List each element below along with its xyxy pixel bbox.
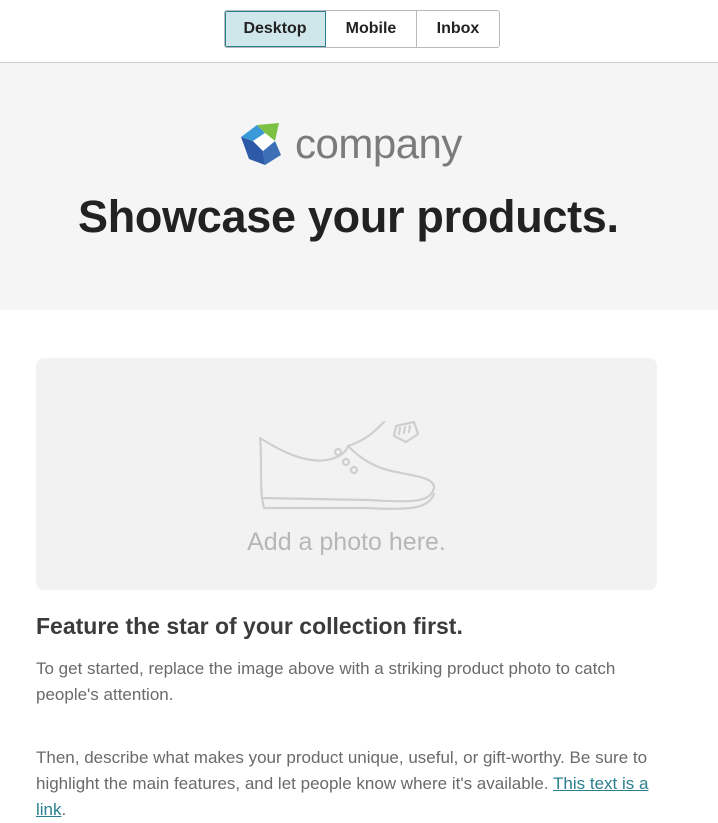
email-header: company Showcase your products.	[0, 63, 718, 310]
description-paragraph: Then, describe what makes your product u…	[36, 745, 660, 823]
company-logo-icon	[241, 123, 281, 165]
company-name: company	[295, 120, 462, 167]
photo-placeholder-text: Add a photo here.	[247, 528, 446, 556]
description-end: .	[61, 800, 67, 819]
view-mode-switch: Desktop Mobile Inbox	[224, 10, 500, 48]
photo-placeholder[interactable]: Add a photo here.	[36, 358, 657, 590]
intro-paragraph: To get started, replace the image above …	[36, 659, 616, 704]
shoe-icon	[258, 420, 436, 510]
headline: Showcase your products.	[78, 191, 619, 242]
preview-toolbar: Desktop Mobile Inbox	[0, 0, 718, 63]
feature-title: Feature the star of your collection firs…	[36, 613, 463, 639]
tab-inbox[interactable]: Inbox	[417, 11, 499, 47]
company-logo[interactable]: company	[235, 119, 462, 169]
tab-mobile[interactable]: Mobile	[326, 11, 417, 47]
tab-desktop[interactable]: Desktop	[225, 11, 326, 47]
